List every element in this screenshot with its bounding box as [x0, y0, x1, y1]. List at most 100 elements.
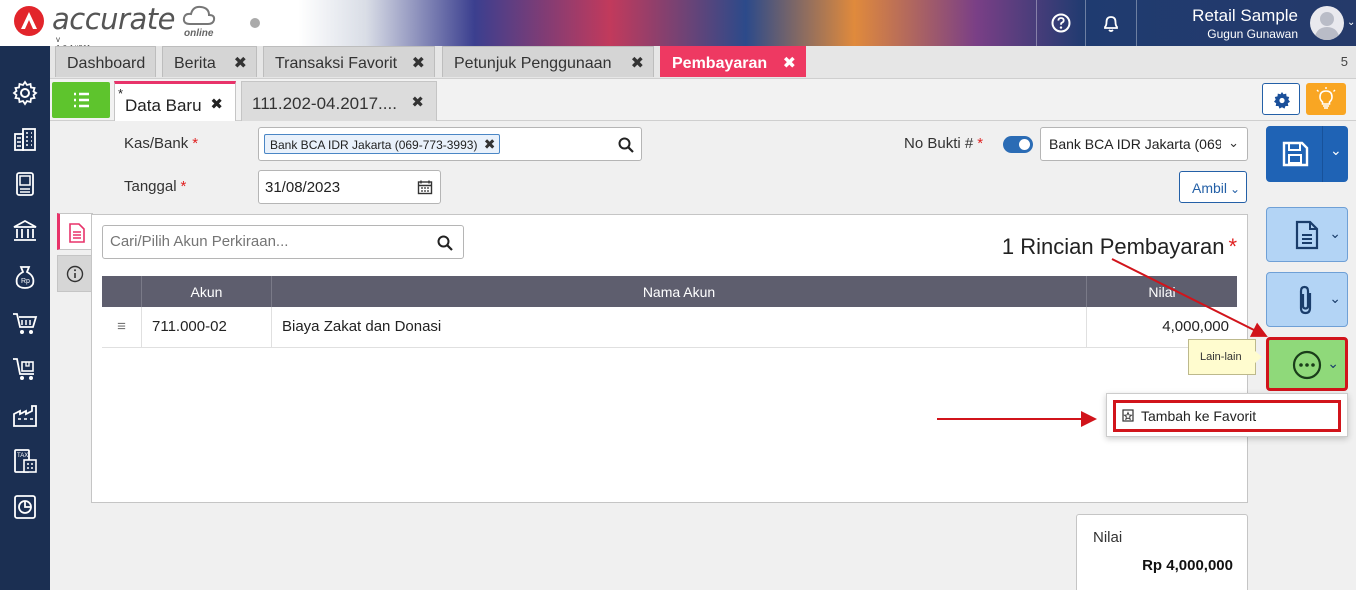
gear-icon [1274, 92, 1290, 109]
close-icon[interactable]: ✖ [631, 53, 644, 73]
tab-info[interactable] [57, 255, 93, 292]
close-icon[interactable]: ✖ [234, 53, 247, 73]
subtab-label: 111.202-04.2017.... [252, 94, 397, 113]
tab-label: Pembayaran [672, 55, 768, 72]
table-row[interactable]: ≡ 711.000-02 Biaya Zakat dan Donasi 4,00… [102, 307, 1237, 348]
kas-bank-field[interactable]: Bank BCA IDR Jakarta (069-773-3993) ✖ [258, 127, 642, 161]
chevron-down-icon[interactable]: ⌄ [1347, 17, 1355, 28]
logo-online-text: online [184, 28, 214, 39]
tab-dashboard[interactable]: Dashboard [55, 46, 156, 77]
ambil-button[interactable]: Ambil ⌄ [1179, 171, 1247, 203]
required-mark: * [977, 135, 984, 152]
book-icon[interactable] [12, 171, 38, 197]
favorite-document-icon [1122, 409, 1134, 422]
select-value: Bank BCA IDR Jakarta (069-7 [1049, 136, 1221, 152]
chevron-down-icon: ⌄ [1228, 135, 1239, 150]
title-text: 1 Rincian Pembayaran [1001, 234, 1225, 259]
list-icon [74, 92, 89, 108]
tanggal-field[interactable]: 31/08/2023 [258, 170, 441, 204]
date-value: 31/08/2023 [265, 179, 341, 196]
document-action-button[interactable]: ⌄ [1266, 207, 1348, 262]
attachment-button[interactable]: ⌄ [1266, 272, 1348, 327]
save-dropdown[interactable]: ⌄ [1322, 126, 1348, 182]
bell-icon[interactable] [1100, 12, 1122, 34]
close-icon[interactable]: ✖ [412, 53, 425, 73]
more-options-icon [1292, 350, 1322, 380]
shopping-cart-icon[interactable] [12, 310, 38, 336]
close-icon[interactable]: ✖ [484, 136, 496, 153]
account-search[interactable] [102, 225, 464, 259]
tab-label: Petunjuk Penggunaan [454, 55, 612, 72]
close-icon[interactable]: ✖ [411, 93, 424, 111]
search-icon[interactable] [436, 234, 454, 252]
bank-icon[interactable] [12, 218, 38, 244]
tooltip: Lain-lain [1188, 339, 1262, 375]
cloud-icon [182, 5, 216, 25]
tips-button[interactable] [1306, 83, 1346, 115]
tab-overflow-count[interactable]: 5 [1341, 54, 1348, 69]
tab-berita[interactable]: Berita ✖ [162, 46, 257, 77]
no-bukti-select[interactable]: Bank BCA IDR Jakarta (069-7 ⌄ [1040, 127, 1248, 161]
drag-handle-icon[interactable]: ≡ [102, 307, 142, 348]
kas-bank-label: Kas/Bank * [124, 135, 198, 152]
label-text: No Bukti # [904, 135, 974, 152]
svg-text:Rp: Rp [21, 278, 30, 285]
warehouse-icon[interactable] [12, 402, 38, 428]
chip-label: Bank BCA IDR Jakarta (069-773-3993) [270, 138, 478, 152]
tab-existing-record[interactable]: 111.202-04.2017.... ✖ [241, 81, 437, 121]
tab-transaksi-favorit[interactable]: Transaksi Favorit ✖ [263, 46, 435, 77]
gear-icon[interactable] [12, 80, 38, 106]
search-icon[interactable] [617, 136, 635, 154]
auto-number-toggle[interactable] [1003, 136, 1033, 153]
info-icon [66, 265, 84, 283]
tab-pembayaran[interactable]: Pembayaran ✖ [660, 46, 806, 77]
total-label: Nilai [1093, 529, 1123, 546]
chevron-down-icon: ⌄ [1329, 290, 1341, 306]
required-mark: * [1228, 234, 1237, 259]
column-header-nama-akun[interactable]: Nama Akun [272, 276, 1087, 307]
tab-label: Transaksi Favorit [275, 55, 398, 72]
list-view-button[interactable] [52, 82, 110, 118]
report-chart-icon[interactable] [12, 494, 38, 520]
more-actions-button[interactable]: ⌄ [1266, 337, 1348, 391]
unsaved-marker: * [118, 86, 124, 101]
money-bag-icon[interactable]: Rp [12, 264, 38, 290]
save-icon [1282, 141, 1309, 167]
company-name: Retail Sample [1192, 6, 1298, 25]
tax-calculator-icon[interactable]: TAX [12, 448, 38, 474]
avatar[interactable] [1310, 6, 1344, 40]
selected-bank-chip[interactable]: Bank BCA IDR Jakarta (069-773-3993) ✖ [264, 134, 501, 154]
tab-detail[interactable] [57, 213, 93, 250]
close-icon[interactable]: ✖ [210, 95, 223, 113]
user-avatar-icon [1314, 12, 1340, 40]
total-summary: Nilai Rp 4,000,000 [1076, 514, 1248, 590]
menu-item-add-favorite[interactable]: Tambah ke Favorit [1113, 400, 1341, 432]
chevron-down-icon: ⌄ [1329, 225, 1341, 241]
subtab-label: Data Baru [125, 96, 202, 115]
calendar-icon[interactable] [417, 179, 433, 195]
close-icon[interactable]: ✖ [783, 53, 796, 73]
column-header-nilai[interactable]: Nilai [1087, 276, 1237, 307]
column-header-akun[interactable]: Akun [142, 276, 272, 307]
chevron-down-icon: ⌄ [1230, 182, 1241, 196]
svg-text:TAX: TAX [17, 453, 28, 459]
menu-item-label: Tambah ke Favorit [1141, 408, 1257, 424]
required-mark: * [180, 178, 187, 195]
settings-button[interactable] [1262, 83, 1300, 115]
building-icon[interactable] [12, 126, 38, 152]
cart-box-icon[interactable] [12, 356, 38, 382]
help-icon[interactable] [1050, 12, 1072, 34]
lightbulb-icon [1316, 87, 1336, 109]
company-switcher[interactable]: Retail Sample Gugun Gunawan [1192, 6, 1298, 41]
tab-petunjuk-penggunaan[interactable]: Petunjuk Penggunaan ✖ [442, 46, 654, 77]
required-mark: * [192, 135, 199, 152]
header-divider [1136, 0, 1137, 46]
paperclip-icon [1299, 285, 1312, 315]
drag-column-header [102, 276, 142, 307]
search-input[interactable] [110, 233, 430, 250]
chevron-down-icon: ⌄ [1327, 355, 1339, 371]
tanggal-label: Tanggal * [124, 178, 186, 195]
save-button[interactable]: ⌄ [1266, 126, 1348, 182]
tab-data-baru[interactable]: * Data Baru ✖ [114, 81, 236, 121]
panel-title: 1 Rincian Pembayaran * [1002, 234, 1237, 260]
